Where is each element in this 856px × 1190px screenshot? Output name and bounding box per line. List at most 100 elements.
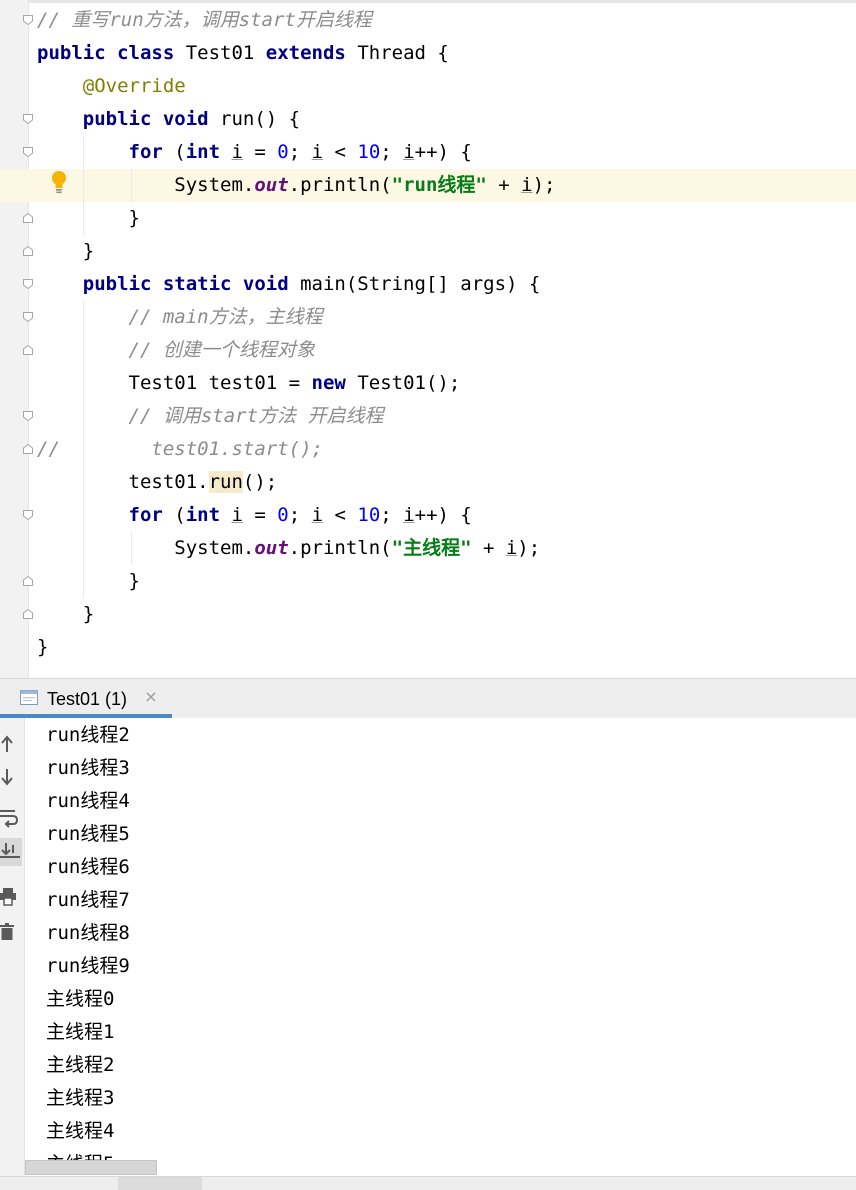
horizontal-scrollbar-thumb[interactable] bbox=[25, 1160, 157, 1175]
code-token: ; bbox=[380, 504, 404, 526]
code-token: 0 bbox=[277, 141, 289, 163]
code-token: .println( bbox=[288, 537, 392, 559]
console-output-line: run线程9 bbox=[46, 955, 130, 977]
code-token: System. bbox=[37, 537, 255, 559]
code-token: 10 bbox=[357, 141, 381, 163]
code-token: i bbox=[231, 504, 243, 526]
fold-start-icon[interactable] bbox=[22, 509, 34, 521]
code-token: i bbox=[403, 141, 415, 163]
fold-end-icon[interactable] bbox=[22, 245, 34, 257]
fold-end-icon[interactable] bbox=[22, 608, 34, 620]
code-line[interactable]: } bbox=[37, 631, 48, 664]
fold-end-icon[interactable] bbox=[22, 575, 34, 587]
up-arrow-icon[interactable] bbox=[0, 730, 22, 758]
fold-start-icon[interactable] bbox=[22, 311, 34, 323]
code-token: } bbox=[37, 570, 140, 592]
code-token: ; bbox=[288, 504, 312, 526]
code-token: new bbox=[311, 372, 358, 394]
console-output-line: 主线程0 bbox=[46, 988, 115, 1010]
code-token: run bbox=[208, 471, 243, 493]
code-line[interactable]: System.out.println("主线程" + i); bbox=[37, 532, 540, 565]
fold-end-icon[interactable] bbox=[22, 443, 34, 455]
console-output-line: run线程3 bbox=[46, 757, 130, 779]
code-line[interactable]: // 创建一个线程对象 bbox=[37, 334, 315, 367]
code-line[interactable]: } bbox=[37, 565, 140, 598]
code-token: out bbox=[254, 174, 289, 196]
code-token: Test01 bbox=[185, 42, 266, 64]
code-token: "主线程" bbox=[391, 537, 472, 559]
run-tab-strip: Test01 (1) × bbox=[0, 678, 856, 718]
tab-run-configuration[interactable]: Test01 (1) × bbox=[0, 679, 172, 718]
code-token: 0 bbox=[277, 504, 289, 526]
code-token: i bbox=[521, 174, 533, 196]
console-toolbar bbox=[0, 718, 25, 1189]
code-token: } bbox=[37, 207, 140, 229]
print-icon[interactable] bbox=[0, 883, 22, 911]
code-token: // test01.start(); bbox=[37, 438, 323, 460]
code-line[interactable]: } bbox=[37, 202, 140, 235]
console-output-line: run线程2 bbox=[46, 724, 130, 746]
fold-end-icon[interactable] bbox=[22, 344, 34, 356]
code-token: public static void bbox=[82, 273, 301, 295]
code-token: ; bbox=[380, 141, 404, 163]
scroll-to-end-icon[interactable] bbox=[0, 838, 22, 866]
run-tool-window: Test01 (1) × run线程2 run线程3 run线程4 run线程5 run… bbox=[0, 678, 856, 1190]
code-token: int bbox=[185, 504, 232, 526]
code-token: ); bbox=[517, 537, 541, 559]
code-token: .println( bbox=[288, 174, 392, 196]
code-token: int bbox=[185, 141, 232, 163]
fold-start-icon[interactable] bbox=[22, 146, 34, 158]
console-output-line: run线程5 bbox=[46, 823, 130, 845]
code-token: 10 bbox=[357, 504, 381, 526]
code-token: System. bbox=[37, 174, 255, 196]
code-line[interactable]: for (int i = 0; i < 10; i++) { bbox=[37, 499, 472, 532]
soft-wrap-icon[interactable] bbox=[0, 804, 22, 832]
code-line[interactable]: Test01 test01 = new Test01(); bbox=[37, 367, 461, 400]
code-token: run() { bbox=[220, 108, 301, 130]
fold-end-icon[interactable] bbox=[22, 212, 34, 224]
code-line[interactable]: public class Test01 extends Thread { bbox=[37, 37, 449, 70]
code-token: ); bbox=[532, 174, 556, 196]
code-editor[interactable]: // 重写run方法，调用start开启线程 public class Test0… bbox=[0, 0, 856, 678]
fold-start-icon[interactable] bbox=[22, 278, 34, 290]
code-token: ++) { bbox=[414, 504, 472, 526]
code-token: test01. bbox=[37, 471, 209, 493]
code-token: Thread { bbox=[357, 42, 449, 64]
code-line[interactable]: public void run() { bbox=[37, 103, 300, 136]
code-line[interactable]: System.out.println("run线程" + i); bbox=[37, 169, 556, 202]
code-line[interactable]: } bbox=[37, 235, 94, 268]
code-token: ( bbox=[174, 141, 186, 163]
code-token: public class bbox=[37, 42, 186, 64]
code-line[interactable]: // test01.start(); bbox=[37, 433, 323, 466]
console-output-line: 主线程1 bbox=[46, 1021, 115, 1043]
code-token: = bbox=[242, 141, 278, 163]
console-output-line: run线程7 bbox=[46, 889, 130, 911]
code-token: for bbox=[128, 141, 175, 163]
code-line[interactable]: } bbox=[37, 598, 94, 631]
code-line[interactable]: // 重写run方法，调用start开启线程 bbox=[37, 4, 372, 37]
trash-icon[interactable] bbox=[0, 918, 22, 946]
code-line[interactable]: test01.run(); bbox=[37, 466, 277, 499]
editor-top-border bbox=[0, 0, 856, 3]
fold-start-icon[interactable] bbox=[22, 113, 34, 125]
fold-start-icon[interactable] bbox=[22, 14, 34, 26]
code-token: "run线程" bbox=[391, 174, 487, 196]
down-arrow-icon[interactable] bbox=[0, 763, 22, 791]
code-line[interactable]: public static void main(String[] args) { bbox=[37, 268, 541, 301]
code-line[interactable]: @Override bbox=[37, 70, 186, 103]
code-line[interactable]: // 调用start方法 开启线程 bbox=[37, 400, 384, 433]
console-output-line: 主线程4 bbox=[46, 1120, 115, 1142]
code-token: // 重写run方法，调用start开启线程 bbox=[37, 9, 372, 31]
fold-start-icon[interactable] bbox=[22, 410, 34, 422]
code-token: i bbox=[311, 504, 324, 526]
code-token: @Override bbox=[82, 75, 186, 97]
code-token: + bbox=[486, 174, 522, 196]
close-icon[interactable]: × bbox=[142, 688, 160, 706]
console-output[interactable]: run线程2 run线程3 run线程4 run线程5 run线程6 run线程7 run线… bbox=[25, 718, 856, 1189]
code-line[interactable]: for (int i = 0; i < 10; i++) { bbox=[37, 136, 472, 169]
code-line[interactable]: // main方法，主线程 bbox=[37, 301, 323, 334]
code-token: i bbox=[311, 141, 324, 163]
